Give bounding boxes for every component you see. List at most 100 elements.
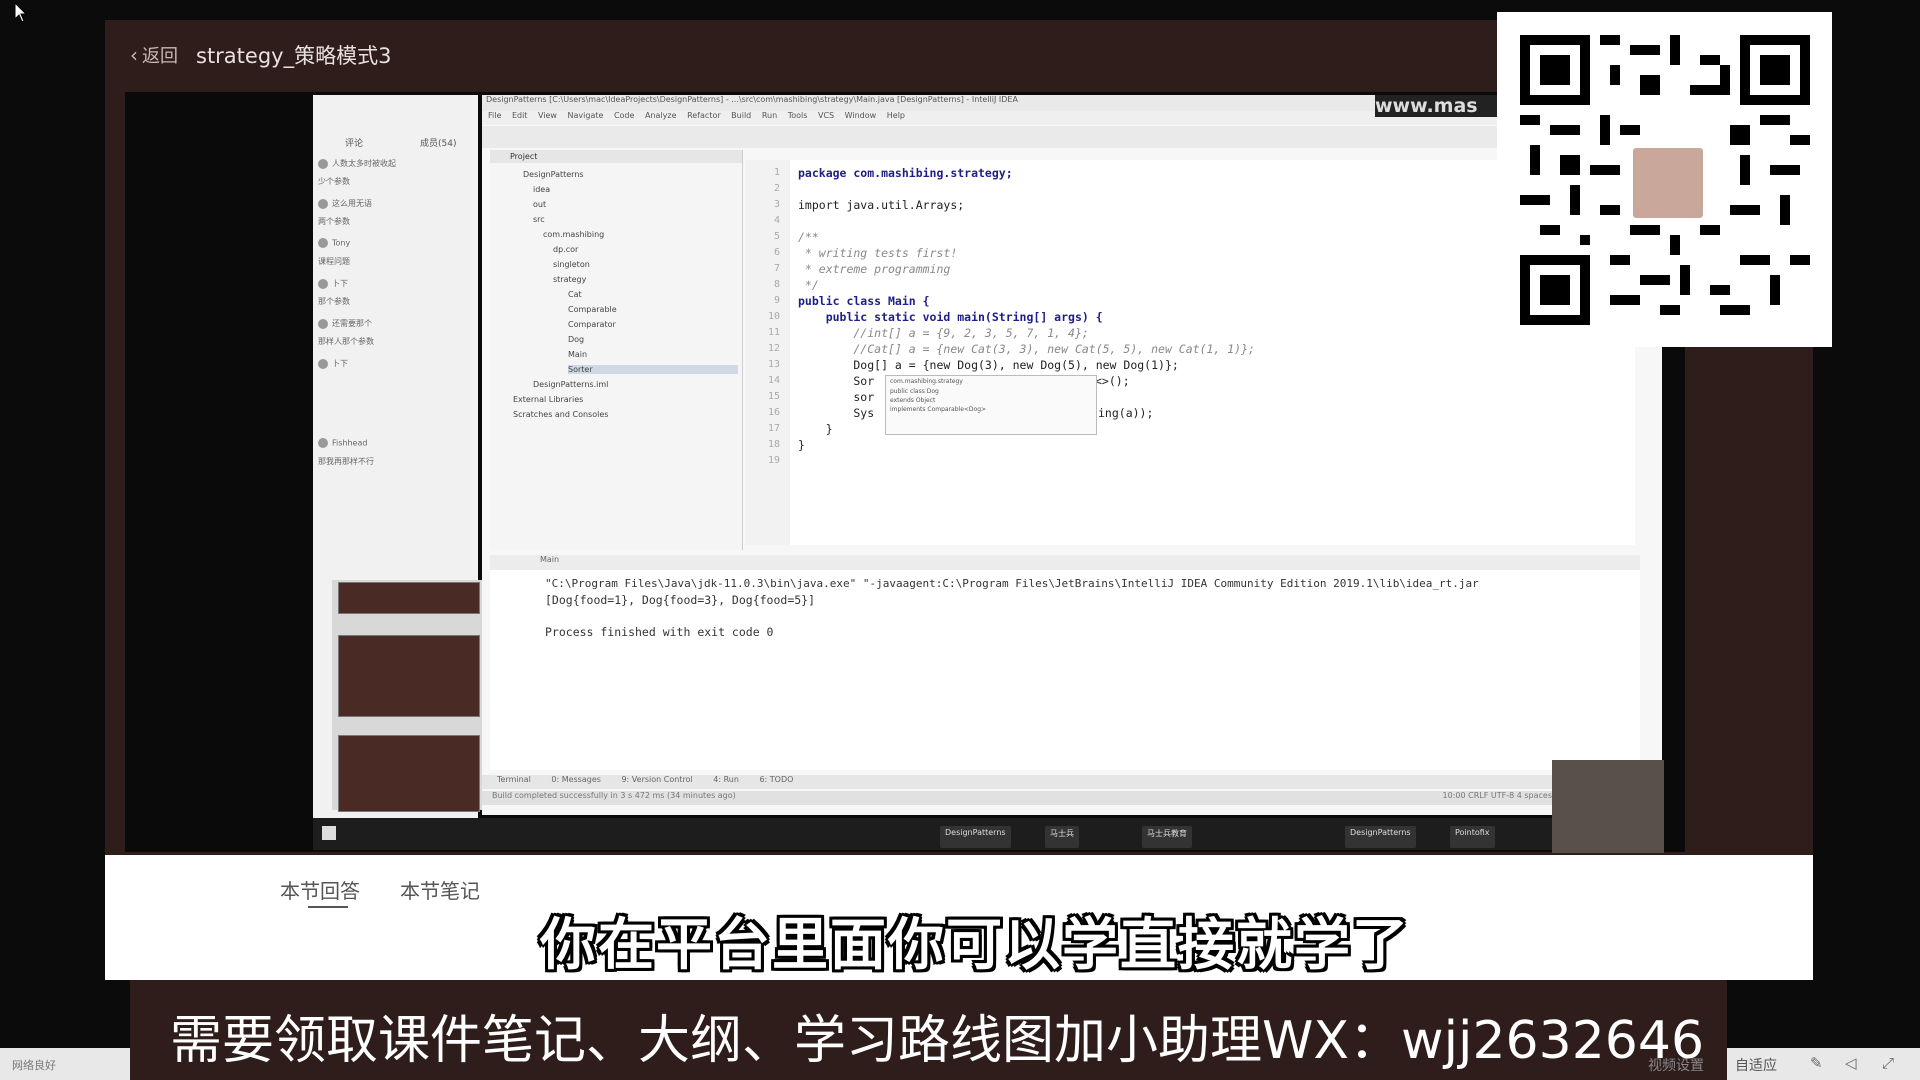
tree-item[interactable]: Scratches and Consoles bbox=[513, 410, 608, 419]
avatar bbox=[318, 318, 328, 329]
menu-item[interactable]: Tools bbox=[788, 111, 808, 120]
chat-text: 少个参数 bbox=[318, 177, 350, 186]
menu-item[interactable]: Window bbox=[845, 111, 877, 120]
autocomplete-popup[interactable]: com.mashibing.strategy public class Dog … bbox=[885, 375, 1097, 435]
tree-item[interactable]: idea bbox=[533, 185, 550, 194]
mouse-cursor-icon bbox=[14, 2, 28, 23]
slide-thumbnail[interactable] bbox=[338, 582, 480, 614]
popup-line: public class Dog bbox=[890, 388, 939, 395]
tree-item[interactable]: Main bbox=[568, 350, 587, 359]
chat-message: 那我再那样不行 bbox=[318, 456, 473, 474]
code-line: Dog[] a = {new Dog(3), new Dog(5), new D… bbox=[798, 358, 1179, 372]
chat-text: 那样人那个参数 bbox=[318, 337, 374, 346]
line-number: 11 bbox=[767, 327, 780, 338]
code-line: * extreme programming bbox=[798, 262, 951, 276]
tool-window-tab[interactable]: 9: Version Control bbox=[621, 775, 692, 784]
sidebar-tab-members: 成员(54) bbox=[420, 139, 457, 149]
volume-icon[interactable]: ◁ bbox=[1845, 1054, 1857, 1072]
run-panel-header: Main bbox=[490, 555, 1640, 571]
menu-item[interactable]: Code bbox=[614, 111, 634, 120]
taskbar-item[interactable]: Pointofix bbox=[1450, 826, 1495, 848]
console-line: Process finished with exit code 0 bbox=[545, 625, 774, 639]
tree-item[interactable]: Dog bbox=[568, 335, 584, 344]
menu-item[interactable]: Refactor bbox=[687, 111, 721, 120]
menu-item[interactable]: View bbox=[538, 111, 557, 120]
tool-window-tab[interactable]: 6: TODO bbox=[759, 775, 793, 784]
slide-thumbnail[interactable] bbox=[338, 735, 480, 812]
tree-item[interactable]: dp.cor bbox=[553, 245, 578, 254]
adaptive-quality-button[interactable]: 自适应 bbox=[1735, 1055, 1777, 1075]
video-settings-button[interactable]: 视频设置 bbox=[1648, 1055, 1704, 1075]
menu-item[interactable]: Run bbox=[762, 111, 777, 120]
code-line: } bbox=[798, 422, 833, 436]
tree-item[interactable]: singleton bbox=[553, 260, 590, 269]
menu-item[interactable]: Help bbox=[887, 111, 905, 120]
line-number: 1 bbox=[773, 167, 780, 178]
line-number: 17 bbox=[767, 423, 780, 434]
run-tab[interactable]: Main bbox=[540, 555, 559, 564]
menu-item[interactable]: File bbox=[488, 111, 501, 120]
tree-item[interactable]: com.mashibing bbox=[543, 230, 604, 239]
menu-item[interactable]: VCS bbox=[818, 111, 834, 120]
tab-answers[interactable]: 本节回答 bbox=[280, 875, 360, 904]
tab-notes[interactable]: 本节笔记 bbox=[400, 875, 480, 904]
active-tab-indicator bbox=[308, 906, 348, 908]
code-line: public class Main { bbox=[798, 294, 930, 308]
code-line: //Cat[] a = {new Cat(3, 3), new Cat(5, 5… bbox=[798, 342, 1255, 356]
tree-item[interactable]: External Libraries bbox=[513, 395, 583, 404]
avatar bbox=[318, 238, 328, 248]
chat-text: 那个参数 bbox=[318, 297, 350, 306]
code-line: sor bbox=[798, 390, 875, 404]
menu-item[interactable]: Build bbox=[731, 111, 751, 120]
avatar bbox=[318, 438, 328, 448]
tree-item[interactable]: Comparable bbox=[568, 305, 617, 314]
menu-item[interactable]: Navigate bbox=[568, 111, 604, 120]
instructor-webcam bbox=[1552, 760, 1664, 853]
console-line: [Dog{food=1}, Dog{food=3}, Dog{food=5}] bbox=[545, 593, 816, 607]
menu-item[interactable]: Analyze bbox=[645, 111, 677, 120]
line-number: 14 bbox=[767, 375, 780, 386]
ide-status-bar: Build completed successfully in 3 s 472 … bbox=[482, 791, 1662, 805]
avatar bbox=[318, 158, 328, 169]
chat-message: 课程问题 bbox=[318, 256, 473, 274]
tool-window-tab[interactable]: 0: Messages bbox=[551, 775, 601, 784]
back-button[interactable]: ‹ 返回 bbox=[130, 42, 178, 68]
chat-message: 卜下 bbox=[318, 358, 473, 376]
tool-window-tab[interactable]: 4: Run bbox=[713, 775, 739, 784]
code-line: Sys bbox=[798, 406, 875, 420]
tree-item[interactable]: out bbox=[533, 200, 546, 209]
chat-text: 两个参数 bbox=[318, 217, 350, 226]
menu-item[interactable]: Edit bbox=[512, 111, 528, 120]
line-number: 7 bbox=[773, 263, 780, 274]
tool-window-tab[interactable]: Terminal bbox=[497, 775, 531, 784]
avatar bbox=[1630, 145, 1706, 221]
slide-thumbnail[interactable] bbox=[338, 635, 480, 717]
taskbar-item[interactable]: 马士兵 bbox=[1045, 826, 1079, 848]
fullscreen-icon[interactable]: ⤢ bbox=[1882, 1054, 1894, 1072]
chevron-left-icon: ‹ bbox=[130, 43, 138, 67]
project-panel-header[interactable]: Project bbox=[490, 150, 742, 163]
code-line: //int[] a = {9, 2, 3, 5, 7, 1, 4}; bbox=[798, 326, 1089, 340]
tree-item[interactable]: DesignPatterns bbox=[523, 170, 584, 179]
taskbar-item[interactable]: 马士兵教育 bbox=[1142, 826, 1192, 848]
taskbar-item[interactable]: DesignPatterns bbox=[1345, 826, 1416, 848]
windows-start-icon[interactable] bbox=[322, 826, 336, 840]
tree-item[interactable]: strategy bbox=[553, 275, 586, 284]
network-status: 网络良好 bbox=[12, 1059, 56, 1072]
chat-text: 卜下 bbox=[332, 359, 348, 368]
popup-line: com.mashibing.strategy bbox=[890, 378, 963, 385]
code-line: package com.mashibing.strategy; bbox=[798, 166, 1013, 180]
line-number: 5 bbox=[773, 231, 780, 242]
tree-item[interactable]: Comparator bbox=[568, 320, 616, 329]
taskbar-item[interactable]: DesignPatterns bbox=[940, 826, 1011, 848]
microphone-icon[interactable]: ✎ bbox=[1810, 1054, 1823, 1072]
tree-item[interactable]: src bbox=[533, 215, 545, 224]
tree-item-selected[interactable]: Sorter bbox=[568, 365, 738, 374]
code-line: import java.util.Arrays; bbox=[798, 198, 965, 212]
line-number: 6 bbox=[773, 247, 780, 258]
chat-message: 那个参数 bbox=[318, 296, 473, 314]
tree-item[interactable]: DesignPatterns.iml bbox=[533, 380, 608, 389]
code-line: public static void main(String[] args) { bbox=[798, 310, 1103, 324]
tree-item[interactable]: Cat bbox=[568, 290, 582, 299]
status-text: Build completed successfully in 3 s 472 … bbox=[492, 791, 736, 800]
